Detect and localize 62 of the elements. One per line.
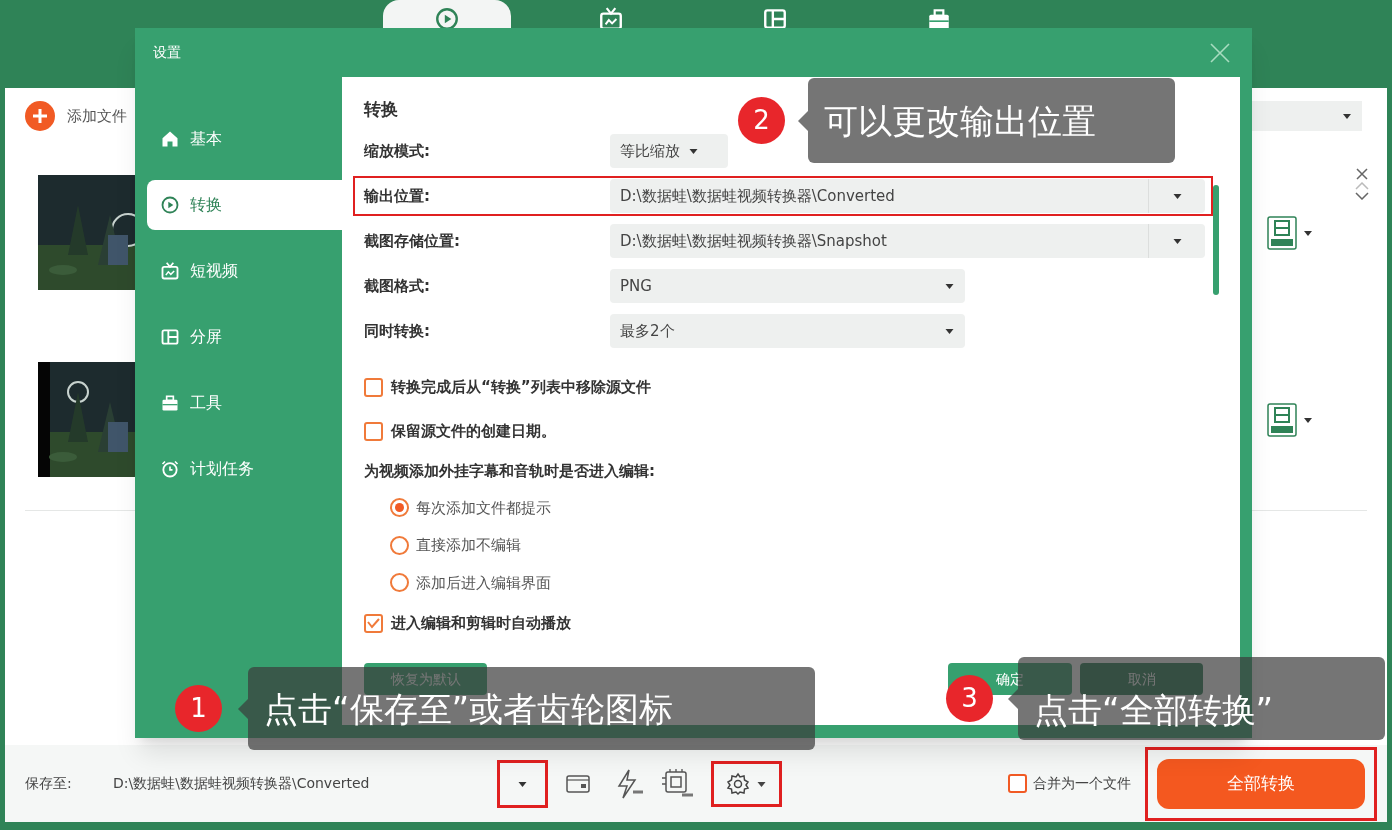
radio-button[interactable] xyxy=(390,498,409,518)
field-label: 截图格式: xyxy=(364,275,431,297)
field-label: 同时转换: xyxy=(364,320,431,342)
callout-text: 点击“保存至”或者齿轮图标 xyxy=(264,691,674,726)
save-path-field[interactable]: D:\数据蛙\数据蛙视频转换器\Converted xyxy=(113,773,497,794)
add-file-button[interactable]: 添加文件 xyxy=(67,104,127,128)
checkbox[interactable] xyxy=(1008,774,1027,793)
checkbox-label: 进入编辑和剪辑时自动播放 xyxy=(391,613,571,635)
section-title: 转换 xyxy=(364,98,398,121)
dialog-title: 设置 xyxy=(153,43,181,62)
caret-icon xyxy=(688,147,699,155)
checkbox[interactable] xyxy=(364,377,383,397)
dropdown[interactable]: PNG xyxy=(610,269,965,303)
chevron-down-icon[interactable] xyxy=(1355,192,1369,200)
file-format-icon[interactable] xyxy=(1267,402,1297,437)
check-icon xyxy=(367,617,380,630)
caret-icon xyxy=(1171,192,1183,200)
caret-icon xyxy=(756,779,767,788)
checkbox[interactable] xyxy=(364,614,383,633)
caret-icon xyxy=(517,779,528,788)
radio-button[interactable] xyxy=(390,573,409,593)
caret-icon[interactable] xyxy=(1303,415,1313,424)
settings-icon xyxy=(726,771,750,796)
dropdown[interactable]: 最多2个 xyxy=(610,314,965,348)
house-icon xyxy=(160,129,180,149)
alarm-clock-icon xyxy=(160,459,180,479)
scrollbar[interactable] xyxy=(1213,185,1219,295)
tv-icon xyxy=(160,261,180,281)
caret-icon xyxy=(1171,237,1183,245)
callout-text: 点击“全部转换” xyxy=(1034,692,1274,727)
field-label: 输出位置: xyxy=(364,185,431,207)
radio-label: 每次添加文件都提示 xyxy=(416,497,551,519)
checkbox-label: 转换完成后从“转换”列表中移除源文件 xyxy=(391,376,651,398)
toolbox-icon xyxy=(160,393,180,413)
callout-text: 可以更改输出位置 xyxy=(824,103,1096,138)
path-dropdown-button[interactable] xyxy=(497,759,548,808)
play-circle-icon xyxy=(160,195,180,215)
caret-icon xyxy=(1342,112,1352,120)
folder-icon[interactable] xyxy=(565,772,591,795)
split-screen-icon xyxy=(160,327,180,347)
chip-off-icon[interactable] xyxy=(660,767,694,800)
field-label: 缩放模式: xyxy=(364,140,431,162)
nav-item[interactable]: 转换 xyxy=(147,180,342,230)
dropdown[interactable]: D:\数据蛙\数据蛙视频转换器\Converted xyxy=(610,179,1205,213)
close-icon[interactable] xyxy=(1356,168,1368,180)
caret-icon[interactable] xyxy=(1303,228,1313,237)
settings-button[interactable] xyxy=(711,760,782,807)
dropdown[interactable]: 等比缩放 xyxy=(610,134,728,168)
option-heading: 为视频添加外挂字幕和音轨时是否进入编辑: xyxy=(364,460,656,482)
add-icon[interactable] xyxy=(25,101,55,131)
dropdown[interactable]: D:\数据蛙\数据蛙视频转换器\Snapshot xyxy=(610,224,1205,258)
caret-icon xyxy=(944,327,955,335)
field-label: 截图存储位置: xyxy=(364,230,461,252)
checkbox[interactable] xyxy=(364,421,383,441)
radio-label: 直接添加不编辑 xyxy=(416,535,521,556)
file-format-icon[interactable] xyxy=(1267,215,1297,250)
radio-button[interactable] xyxy=(390,535,409,555)
caret-icon xyxy=(944,282,955,290)
checkbox-label: 合并为一个文件 xyxy=(1033,774,1131,793)
checkbox-label: 保留源文件的创建日期。 xyxy=(391,420,556,442)
save-to-label: 保存至: xyxy=(25,774,73,793)
radio-label: 添加后进入编辑界面 xyxy=(416,572,551,594)
